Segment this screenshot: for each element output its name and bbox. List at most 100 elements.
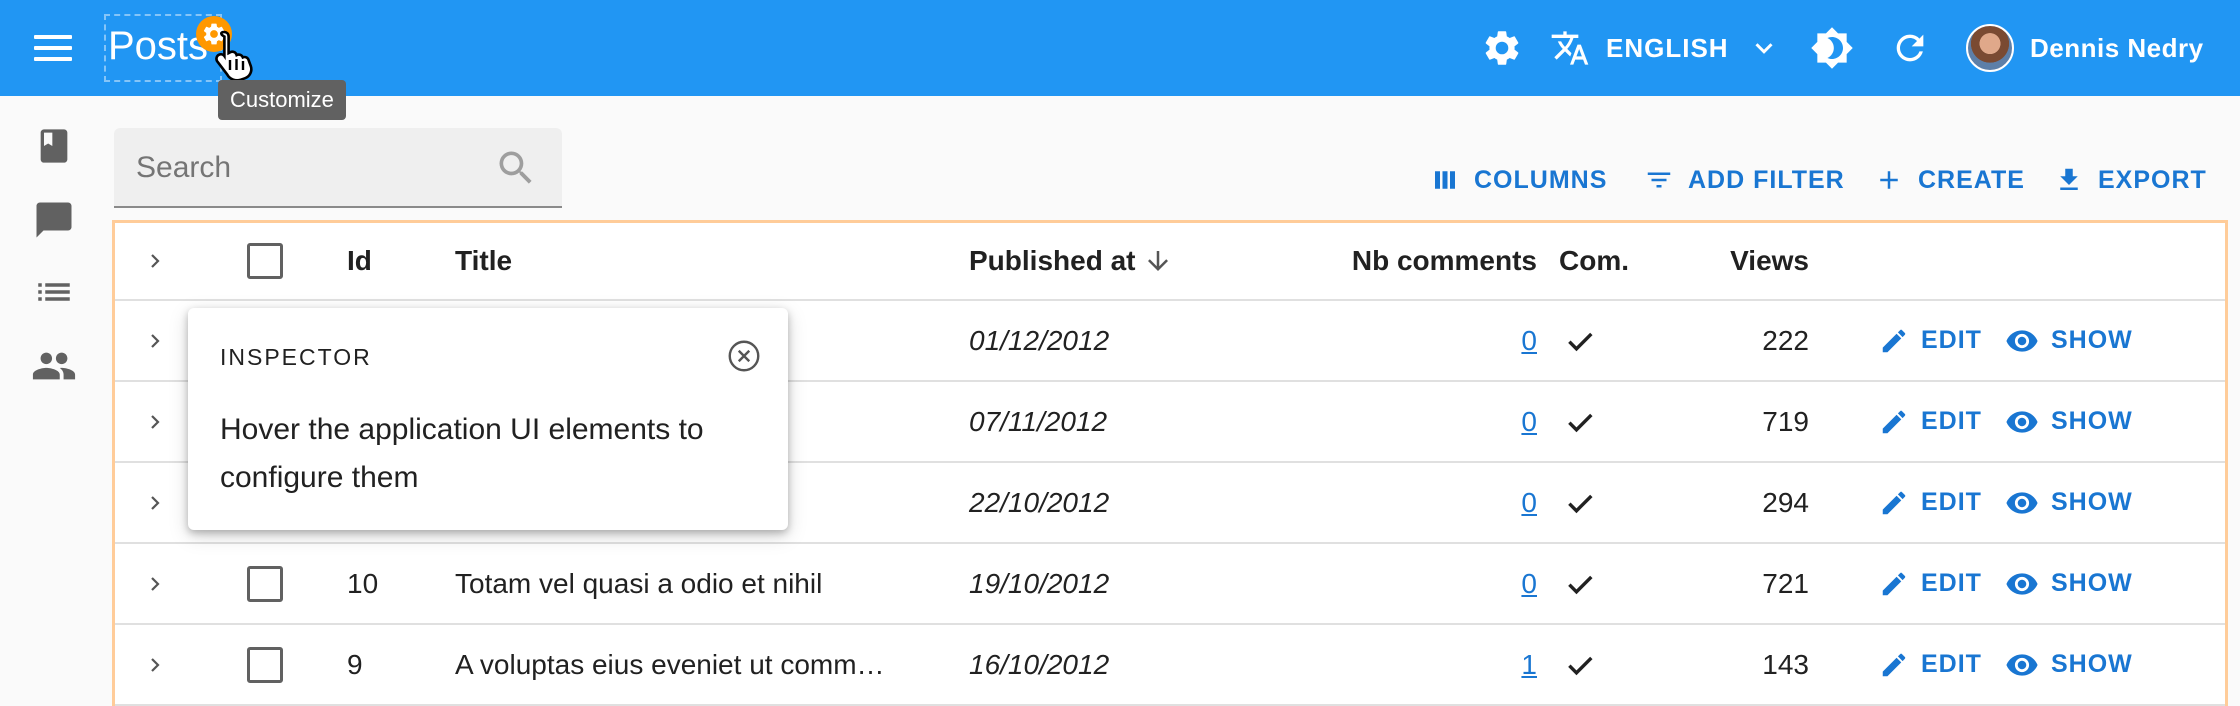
expand-row-icon[interactable]	[143, 301, 179, 380]
inspector-message: Hover the application UI elements to con…	[220, 413, 704, 494]
table-row[interactable]: 9 A voluptas eius eveniet ut comm… 16/10…	[115, 625, 2225, 706]
cell-published-at: 07/11/2012	[969, 405, 1108, 437]
nb-comments-link[interactable]: 0	[1521, 487, 1537, 519]
eye-icon	[2006, 653, 2038, 676]
search-icon	[499, 151, 532, 184]
columns-button[interactable]: COLUMNS	[1430, 160, 1607, 200]
people-icon	[32, 352, 76, 380]
show-label: SHOW	[2051, 650, 2133, 678]
sidebar-item-posts[interactable]	[28, 120, 80, 172]
edit-button[interactable]: EDIT	[1879, 301, 1982, 380]
commentable-check-icon	[1563, 463, 1597, 542]
settings-gear-icon[interactable]	[1480, 26, 1524, 70]
edit-button[interactable]: EDIT	[1879, 463, 1982, 542]
select-all-checkbox[interactable]	[247, 223, 283, 299]
nb-comments-link[interactable]: 0	[1521, 406, 1537, 438]
filter-icon	[1647, 172, 1671, 188]
user-menu[interactable]: Dennis Nedry	[2030, 30, 2204, 66]
cell-published-at: 22/10/2012	[969, 486, 1110, 518]
pencil-icon	[1882, 491, 1906, 514]
cell-published-at: 01/12/2012	[969, 324, 1110, 356]
refresh-icon[interactable]	[1888, 26, 1932, 70]
show-button[interactable]: SHOW	[2005, 544, 2133, 623]
comment-icon	[36, 202, 72, 238]
header-id[interactable]: Id	[347, 223, 372, 299]
pencil-icon	[1882, 653, 1906, 676]
show-label: SHOW	[2051, 407, 2133, 435]
header-published-at[interactable]: Published at	[969, 223, 1173, 299]
header-title[interactable]: Title	[455, 223, 512, 299]
table-row[interactable]: 10 Totam vel quasi a odio et nihil 19/10…	[115, 544, 2225, 625]
eye-icon	[2006, 491, 2038, 514]
cell-nb-comments: 1	[1521, 625, 1537, 704]
translate-icon[interactable]	[1548, 26, 1592, 70]
expand-row-icon[interactable]	[143, 544, 179, 623]
customize-tooltip: Customize	[218, 80, 346, 120]
header-nb-comments[interactable]: Nb comments	[1352, 223, 1537, 299]
row-checkbox[interactable]	[247, 625, 283, 704]
menu-icon[interactable]	[20, 22, 86, 74]
language-selector[interactable]: ENGLISH	[1606, 30, 1729, 66]
columns-label: COLUMNS	[1474, 165, 1608, 194]
header-published-at-label: Published at	[969, 245, 1136, 276]
eye-icon	[2006, 572, 2038, 595]
cell-nb-comments: 0	[1521, 463, 1537, 542]
nb-comments-link[interactable]: 1	[1521, 649, 1537, 681]
header-commentable[interactable]: Com.	[1559, 223, 1629, 299]
sort-down-arrow-icon	[1148, 251, 1169, 271]
show-label: SHOW	[2051, 326, 2133, 354]
pencil-icon	[1882, 329, 1906, 352]
expand-row-icon[interactable]	[143, 463, 179, 542]
cell-title: A voluptas eius eveniet ut comm…	[455, 648, 885, 680]
cell-published-at: 19/10/2012	[969, 567, 1110, 599]
row-checkbox[interactable]	[247, 544, 283, 623]
inspector-title: INSPECTOR	[220, 344, 372, 370]
show-button[interactable]: SHOW	[2005, 301, 2133, 380]
avatar[interactable]	[1966, 24, 2014, 72]
show-button[interactable]: SHOW	[2005, 625, 2133, 704]
nb-comments-link[interactable]: 0	[1521, 325, 1537, 357]
table-header-row: Id Title Published at Nb comments Com. V…	[115, 223, 2225, 301]
expand-all-icon[interactable]	[143, 223, 179, 299]
cell-views: 294	[1762, 486, 1809, 518]
create-button[interactable]: CREATE	[1874, 160, 2025, 200]
show-button[interactable]: SHOW	[2005, 382, 2133, 461]
show-label: SHOW	[2051, 569, 2133, 597]
inspector-panel: INSPECTOR Hover the application UI eleme…	[188, 308, 788, 530]
sidebar-item-users[interactable]	[28, 340, 80, 392]
chevron-down-icon[interactable]	[1742, 26, 1786, 70]
edit-button[interactable]: EDIT	[1879, 382, 1982, 461]
cell-views: 143	[1762, 648, 1809, 680]
expand-row-icon[interactable]	[143, 625, 179, 704]
cell-id: 10	[347, 567, 379, 599]
pencil-icon	[1882, 572, 1906, 595]
close-circle-icon[interactable]	[726, 338, 762, 374]
pencil-icon	[1882, 410, 1906, 433]
add-filter-label: ADD FILTER	[1688, 165, 1845, 194]
sidebar-item-comments[interactable]	[28, 194, 80, 246]
plus-icon	[1880, 171, 1898, 189]
search-input[interactable]	[136, 148, 476, 188]
edit-label: EDIT	[1921, 569, 1982, 597]
commentable-check-icon	[1563, 625, 1597, 704]
list-icon	[38, 283, 70, 301]
nb-comments-link[interactable]: 0	[1521, 568, 1537, 600]
export-button[interactable]: EXPORT	[2054, 160, 2207, 200]
cell-title: Totam vel quasi a odio et nihil	[455, 567, 823, 599]
show-button[interactable]: SHOW	[2005, 463, 2133, 542]
sidebar-item-tags[interactable]	[28, 266, 80, 318]
columns-icon	[1435, 171, 1455, 189]
edit-button[interactable]: EDIT	[1879, 544, 1982, 623]
export-label: EXPORT	[2098, 165, 2207, 194]
expand-row-icon[interactable]	[143, 382, 179, 461]
cell-views: 222	[1762, 324, 1809, 356]
theme-toggle-icon[interactable]	[1810, 26, 1854, 70]
show-label: SHOW	[2051, 488, 2133, 516]
cell-nb-comments: 0	[1521, 301, 1537, 380]
book-icon	[40, 129, 68, 163]
add-filter-button[interactable]: ADD FILTER	[1644, 160, 1845, 200]
download-icon	[2060, 168, 2078, 190]
page-title: Posts	[108, 24, 209, 68]
header-views[interactable]: Views	[1730, 223, 1809, 299]
edit-button[interactable]: EDIT	[1879, 625, 1982, 704]
